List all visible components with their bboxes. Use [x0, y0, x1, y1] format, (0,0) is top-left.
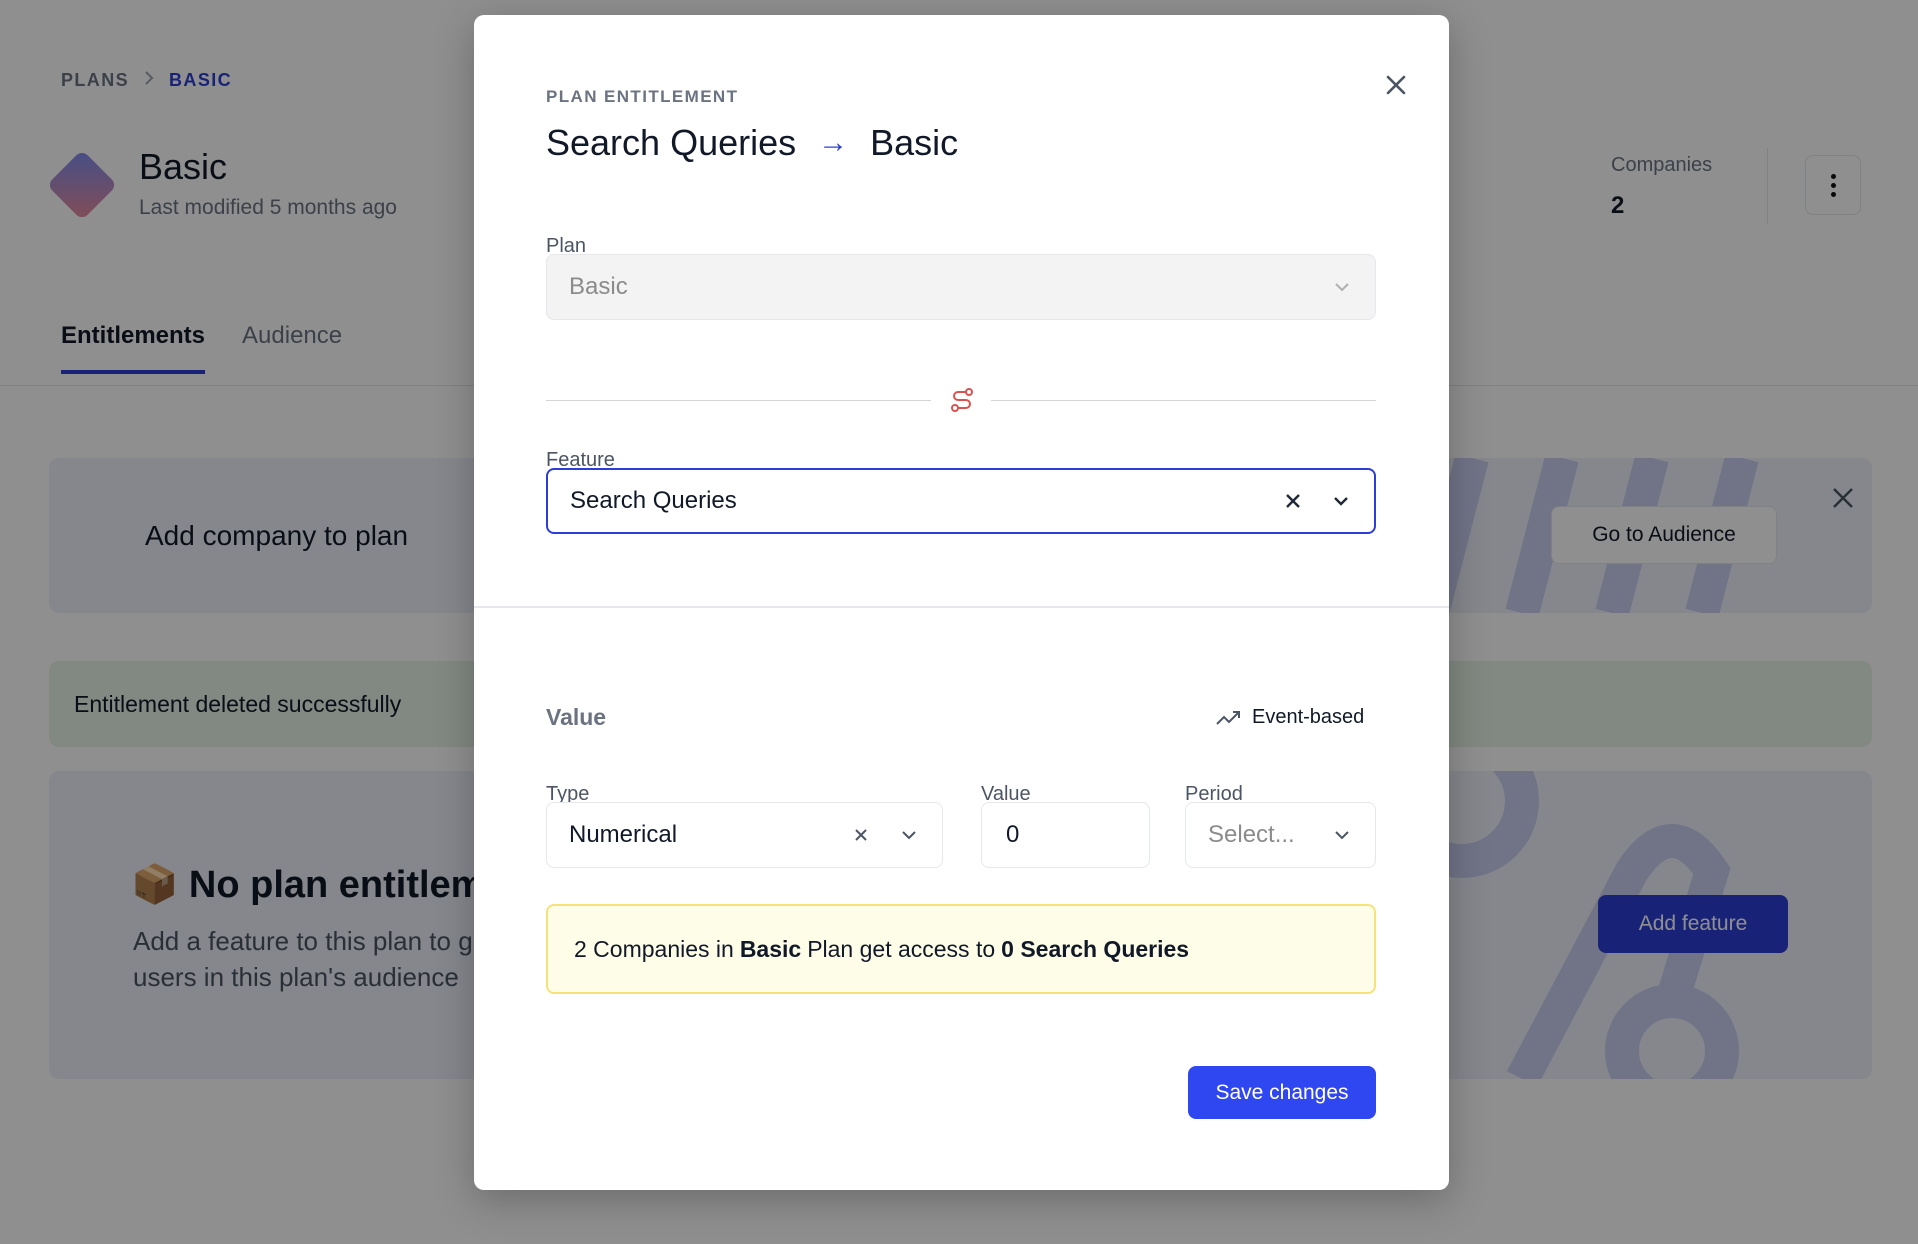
section-divider: [474, 606, 1449, 608]
close-icon[interactable]: [1378, 67, 1414, 103]
notice-amount: 0 Search Queries: [1001, 935, 1190, 962]
save-changes-button[interactable]: Save changes: [1188, 1066, 1376, 1119]
access-summary-notice: 2 Companies in Basic Plan get access to …: [546, 904, 1376, 994]
event-based-label: Event-based: [1252, 706, 1365, 728]
link-divider: [546, 388, 1376, 412]
clear-icon[interactable]: [852, 826, 870, 844]
plan-select-value: Basic: [569, 273, 628, 300]
feature-select-value: Search Queries: [570, 487, 737, 514]
type-select-value: Numerical: [569, 821, 678, 848]
arrow-right-icon: →: [818, 126, 849, 159]
modal-eyebrow: PLAN ENTITLEMENT: [546, 87, 739, 106]
event-based-indicator: Event-based: [1216, 706, 1364, 729]
notice-middle: Plan get access to: [807, 935, 996, 962]
notice-plan: Basic: [739, 935, 802, 962]
chevron-down-icon: [1335, 283, 1349, 292]
chevron-down-icon[interactable]: [1331, 824, 1353, 846]
period-select-placeholder: Select...: [1208, 821, 1295, 848]
feature-select[interactable]: Search Queries: [546, 468, 1376, 534]
divider-line-left: [546, 400, 931, 401]
value-input[interactable]: 0: [981, 802, 1150, 868]
divider-line-right: [991, 400, 1376, 401]
chevron-down-icon[interactable]: [1330, 490, 1352, 512]
route-icon: [951, 388, 973, 412]
period-select[interactable]: Select...: [1185, 802, 1376, 868]
trending-up-icon: [1216, 710, 1240, 725]
plan-entitlement-modal: PLAN ENTITLEMENT Search Queries → Basic …: [474, 15, 1449, 1190]
plan-select: Basic: [546, 254, 1376, 320]
value-heading: Value: [546, 704, 607, 730]
type-select[interactable]: Numerical: [546, 802, 943, 868]
modal-title: Search Queries → Basic: [546, 122, 958, 164]
clear-icon[interactable]: [1284, 492, 1302, 510]
modal-title-plan: Basic: [870, 122, 959, 163]
notice-prefix: 2 Companies in: [574, 935, 734, 962]
modal-title-feature: Search Queries: [546, 122, 797, 163]
chevron-down-icon[interactable]: [898, 824, 920, 846]
